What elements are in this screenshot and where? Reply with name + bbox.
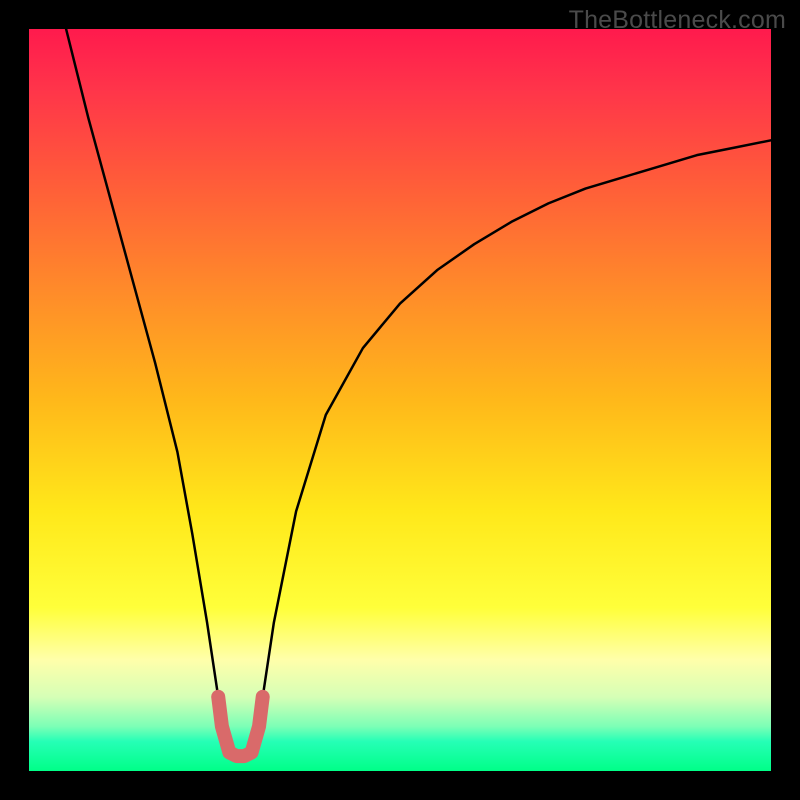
watermark-text: TheBottleneck.com [569, 6, 786, 35]
bottleneck-curve [66, 29, 771, 752]
chart-frame: TheBottleneck.com [0, 0, 800, 800]
bottleneck-highlight [218, 697, 263, 756]
plot-area [29, 29, 771, 771]
curve-svg [29, 29, 771, 771]
